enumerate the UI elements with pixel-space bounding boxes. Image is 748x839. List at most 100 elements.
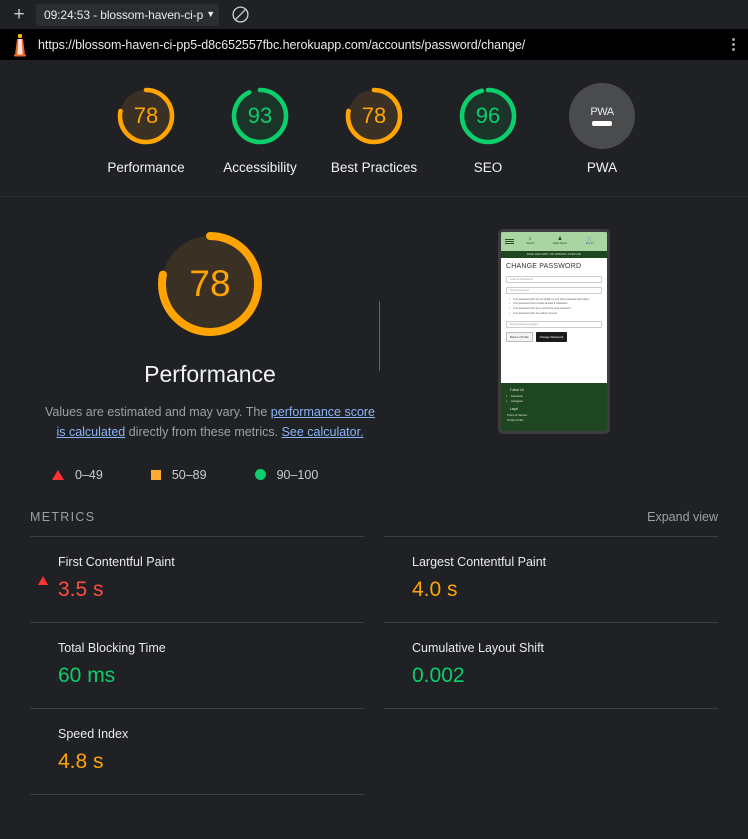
metric-total-blocking-time[interactable]: Total Blocking Time 60 ms <box>30 621 364 708</box>
score-gauge-pwa[interactable]: PWA PWA <box>554 83 650 178</box>
expand-view-button[interactable]: Expand view <box>647 510 718 524</box>
thumb-cart-label: £54.49 <box>585 241 594 245</box>
vertical-divider <box>379 300 380 371</box>
thumb-button-row: Back to Profile Change Password <box>506 331 602 342</box>
category-title: Performance <box>144 360 276 387</box>
thumb-cart-item: 🛒 £54.49 <box>576 236 603 245</box>
square-orange-icon <box>150 469 161 480</box>
thumb-follow-title: Follow Us <box>510 387 524 392</box>
metric-value: 4.8 s <box>58 749 104 773</box>
thumb-submit-button: Change Password <box>535 331 568 342</box>
category-top: 78 Performance Values are estimated and … <box>0 223 748 442</box>
thumb-banner: FREE DELIVERY ON ORDERS OVER £50 <box>501 250 607 258</box>
metric-first-contentful-paint[interactable]: First Contentful Paint 3.5 s <box>30 535 364 622</box>
browser-tab[interactable]: 09:24:53 - blossom-haven-ci-p ▼ <box>36 3 220 26</box>
metric-name: Speed Index <box>58 726 129 741</box>
thumb-confirm-password-field: New Password (again) <box>506 320 602 328</box>
gauge-seo: 96 <box>455 83 521 149</box>
url-text: https://blossom-haven-ci-pp5-d8c652557fb… <box>38 37 526 52</box>
legend-range-average: 50–89 <box>171 467 207 482</box>
hamburger-icon <box>505 238 514 244</box>
browser-tab-strip: + 09:24:53 - blossom-haven-ci-p ▼ <box>0 0 748 29</box>
gauge-best-practices: 78 <box>341 83 407 149</box>
metric-speed-index[interactable]: Speed Index 4.8 s <box>30 707 364 795</box>
metrics-header: METRICS Expand view <box>30 510 718 524</box>
thumb-follow-item: Instagram <box>506 399 601 405</box>
thumb-new-password-field: New Password <box>506 286 602 294</box>
category-gauge-column: 78 Performance Values are estimated and … <box>30 223 390 442</box>
metric-cumulative-layout-shift[interactable]: Cumulative Layout Shift 0.002 <box>384 621 718 708</box>
thumb-body: CHANGE PASSWORD Current Password New Pas… <box>501 257 607 383</box>
triangle-red-icon <box>52 469 64 480</box>
thumb-current-password-field: Current Password <box>506 275 602 283</box>
thumb-footer: Follow Us Facebook Instagram Legal Terms… <box>501 382 607 431</box>
metric-name: Cumulative Layout Shift <box>412 640 545 655</box>
triangle-red-icon <box>38 558 48 585</box>
thumb-legal-title: Legal <box>510 406 518 411</box>
metric-largest-contentful-paint[interactable]: Largest Contentful Paint 4.0 s <box>384 535 718 622</box>
thumb-heading: CHANGE PASSWORD <box>506 262 582 270</box>
metric-placeholder <box>384 707 718 795</box>
legend-item-fail: 0–49 <box>52 468 103 482</box>
thumb-navbar: ⌕ Search ♟ Hello Admin 🛒 £54.49 <box>501 231 607 251</box>
thumb-account-label: Hello Admin <box>553 241 567 245</box>
lighthouse-icon <box>10 33 30 57</box>
metric-name: Total Blocking Time <box>58 640 166 655</box>
lighthouse-report: 78 Performance 93 Accessibility 78 Best … <box>0 60 748 839</box>
thumb-password-hints: Your password can't be too similar to yo… <box>509 298 602 317</box>
metric-name: First Contentful Paint <box>58 554 175 569</box>
see-calculator-link[interactable]: See calculator. <box>282 425 364 439</box>
desc-text-1: Values are estimated and may vary. The <box>44 404 271 419</box>
score-gauges-row: 78 Performance 93 Accessibility 78 Best … <box>0 60 748 197</box>
gauge-performance: 78 <box>113 83 179 149</box>
metric-value: 0.002 <box>412 663 465 687</box>
chevron-down-icon[interactable]: ▼ <box>206 10 215 19</box>
score-label-seo: SEO <box>473 160 503 175</box>
pwa-dash-icon <box>592 121 612 126</box>
score-gauge-performance[interactable]: 78 Performance <box>98 83 194 178</box>
gauge-value-accessibility: 93 <box>247 103 273 128</box>
new-tab-button[interactable]: + <box>6 2 32 28</box>
score-label-pwa: PWA <box>586 160 618 175</box>
gauge-value-seo: 96 <box>475 103 501 128</box>
score-label-performance: Performance <box>107 160 185 175</box>
thumb-search-label: Search <box>526 241 535 245</box>
browser-tab-title: 09:24:53 - blossom-haven-ci-p <box>44 7 204 22</box>
metric-value: 4.0 s <box>412 577 458 601</box>
score-legend: 0–49 50–89 90–100 <box>0 442 748 482</box>
screenshot-thumbnail-column: ⌕ Search ♟ Hello Admin 🛒 £54.49 FREE DEL… <box>390 223 718 434</box>
gauge-value-best-practices: 78 <box>361 103 387 128</box>
circle-green-icon <box>254 469 266 481</box>
pwa-badge-text: PWA <box>590 106 614 118</box>
thumb-search-item: ⌕ Search <box>517 236 544 245</box>
thumb-back-button: Back to Profile <box>506 331 533 342</box>
gauge-pwa: PWA <box>569 83 635 149</box>
browser-url-bar[interactable]: https://blossom-haven-ci-pp5-d8c652557fb… <box>0 29 748 60</box>
metrics-title: METRICS <box>30 509 96 524</box>
legend-item-average: 50–89 <box>150 467 207 482</box>
legend-range-pass: 90–100 <box>276 467 319 482</box>
metric-name: Largest Contentful Paint <box>412 554 547 569</box>
score-gauge-seo[interactable]: 96 SEO <box>440 83 536 178</box>
metric-value: 60 ms <box>58 663 116 687</box>
thumb-account-item: ♟ Hello Admin <box>547 236 574 245</box>
kebab-menu-icon[interactable] <box>722 38 744 51</box>
thumb-hint: Your password can't be entirely numeric. <box>509 312 602 317</box>
big-gauge-performance: 78 <box>149 223 271 345</box>
no-entry-icon[interactable] <box>229 4 251 26</box>
thumb-legal-item: Privacy Policy <box>507 418 524 422</box>
score-label-best-practices: Best Practices <box>330 160 418 175</box>
category-performance: 78 Performance Values are estimated and … <box>0 197 748 795</box>
score-gauge-accessibility[interactable]: 93 Accessibility <box>212 83 308 178</box>
gauge-value-performance: 78 <box>133 103 159 128</box>
score-gauge-best-practices[interactable]: 78 Best Practices <box>326 83 422 178</box>
page-screenshot-thumbnail: ⌕ Search ♟ Hello Admin 🛒 £54.49 FREE DEL… <box>498 228 610 434</box>
category-description: Values are estimated and may vary. The p… <box>40 402 380 442</box>
score-label-accessibility: Accessibility <box>223 160 297 175</box>
legend-range-fail: 0–49 <box>75 467 103 482</box>
legend-item-pass: 90–100 <box>254 467 319 482</box>
desc-text-2: directly from these metrics. <box>125 424 282 439</box>
big-gauge-value: 78 <box>189 262 231 304</box>
metric-value: 3.5 s <box>58 577 104 601</box>
metrics-section: METRICS Expand view First Contentful Pai… <box>0 482 748 795</box>
